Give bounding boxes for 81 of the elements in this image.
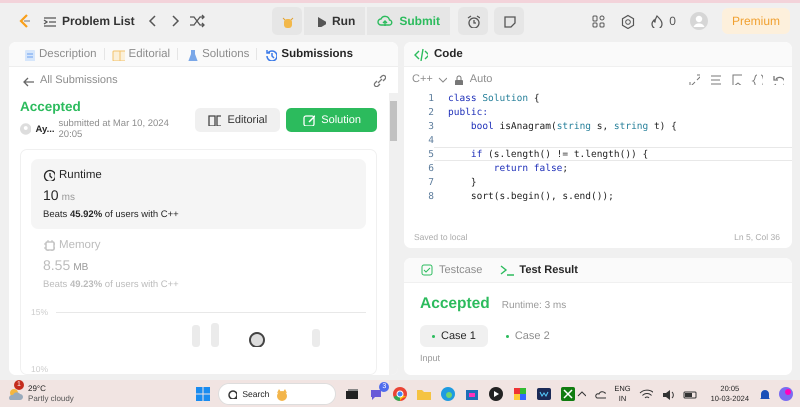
- line-number: 3: [427, 120, 434, 132]
- chip-icon: [43, 239, 55, 251]
- submitted-time: submitted at Mar 10, 2024 20:05: [58, 118, 170, 140]
- stat-title: Memory: [59, 239, 101, 251]
- terminal-icon: [500, 263, 514, 277]
- game-icon[interactable]: [560, 386, 576, 402]
- undo-icon[interactable]: [772, 73, 784, 85]
- stat-unit: ms: [62, 192, 75, 203]
- result-status: Accepted: [420, 295, 490, 313]
- line-number: 8: [427, 190, 434, 202]
- runtime-text: Runtime: 3 ms: [502, 300, 566, 311]
- history-icon: [264, 48, 278, 60]
- search-icon: [227, 388, 238, 398]
- search-field[interactable]: Search: [218, 382, 336, 404]
- start-icon[interactable]: [195, 386, 210, 401]
- stat-value: 8.55: [43, 257, 70, 273]
- user-name[interactable]: Ay...: [35, 124, 54, 134]
- code-line: public:: [448, 106, 488, 118]
- app-icon[interactable]: [512, 386, 528, 402]
- editorial-button[interactable]: Editorial: [195, 108, 280, 132]
- link-icon[interactable]: [372, 73, 386, 87]
- temperature: 29°C: [28, 384, 47, 394]
- bookmark-icon[interactable]: [730, 73, 742, 85]
- copilot-icon[interactable]: [778, 386, 794, 402]
- code-line: sort(s.begin(), s.end());: [470, 190, 614, 202]
- run-button[interactable]: Run: [304, 7, 366, 35]
- shuffle-icon[interactable]: [188, 13, 205, 29]
- submission-status: Accepted: [20, 99, 82, 114]
- book-icon: [112, 48, 125, 60]
- stat-unit: MB: [73, 262, 88, 273]
- book-icon: [208, 113, 222, 126]
- panel-tab[interactable]: Submissions: [261, 48, 356, 60]
- layout-grid-icon[interactable]: [591, 14, 606, 28]
- save-status: Saved to local: [414, 232, 468, 242]
- play-icon[interactable]: [488, 386, 504, 402]
- clock-icon: [43, 169, 55, 181]
- avatar-icon: [20, 123, 32, 135]
- code-icon: [414, 47, 428, 61]
- align-left-icon[interactable]: [709, 73, 721, 85]
- checkbox-icon: [420, 263, 434, 277]
- line-number: 4: [427, 134, 434, 146]
- scrollbar-thumb[interactable]: [390, 101, 397, 141]
- stat-value: 10: [43, 187, 59, 203]
- braces-icon[interactable]: [751, 73, 763, 85]
- note-icon: [502, 14, 516, 28]
- alarm-clock-icon: [466, 14, 480, 28]
- doc-icon: [22, 48, 35, 60]
- input-label: Input: [420, 353, 442, 363]
- line-number: 1: [427, 92, 434, 104]
- browser-icon[interactable]: [392, 386, 408, 402]
- video-call-icon[interactable]: [536, 386, 552, 402]
- notes-button[interactable]: [494, 7, 524, 35]
- streak-count: 0: [669, 14, 676, 28]
- code-line: }: [470, 176, 477, 188]
- stat-card[interactable]: Runtime 10 ms Beats 45.92% of users with C++: [31, 159, 366, 229]
- code-line: class Solution {: [448, 92, 540, 104]
- settings-icon[interactable]: [620, 14, 636, 28]
- weather-text: Partly cloudy: [28, 394, 74, 404]
- case-tab[interactable]: Case 1: [420, 325, 488, 347]
- stat-title: Runtime: [59, 169, 102, 181]
- line-number: 7: [427, 176, 434, 188]
- flame-icon[interactable]: [649, 14, 664, 28]
- panel-title: Code: [434, 48, 463, 60]
- code-line: return false;: [492, 162, 568, 174]
- code-line: if (s.length() != t.length()) {: [470, 148, 648, 160]
- beats-text: Beats 49.23% of users with C++: [43, 279, 180, 290]
- panel-tab[interactable]: Test Result: [494, 262, 584, 278]
- wifi-icon[interactable]: [638, 386, 653, 400]
- chevron-up-icon[interactable]: [576, 388, 586, 398]
- expand-icon[interactable]: [688, 73, 700, 85]
- lock-icon: [452, 74, 464, 84]
- cursor-position: Ln 5, Col 36: [734, 232, 780, 242]
- line-number: 5: [427, 148, 434, 160]
- code-line: bool isAnagram(string s, string t) {: [470, 120, 677, 132]
- cloud-upload-icon: [377, 13, 394, 29]
- line-number: 6: [427, 162, 434, 174]
- timer-button[interactable]: [458, 7, 488, 35]
- edit-icon: [302, 113, 316, 126]
- problem-list-button[interactable]: Problem List: [38, 7, 139, 35]
- line-number: 2: [427, 106, 434, 118]
- beats-text: Beats 45.92% of users with C++: [43, 209, 180, 220]
